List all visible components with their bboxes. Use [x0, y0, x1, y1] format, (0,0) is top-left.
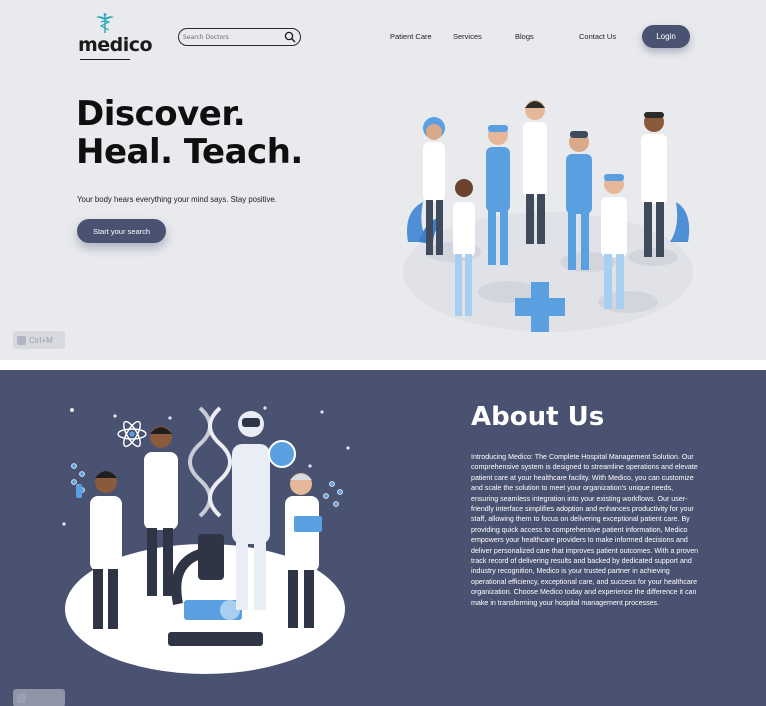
shortcut-overlay-2[interactable]: Ctrl+M	[13, 689, 65, 706]
about-section: About Us Introducing Medico: The Complet…	[0, 370, 766, 706]
nav-blogs[interactable]: Blogs	[515, 32, 534, 41]
hero-subtitle: Your body hears everything your mind say…	[77, 195, 277, 204]
hero-title-line-2: Heal. Teach.	[76, 132, 303, 172]
search-icon[interactable]	[284, 31, 296, 43]
section-divider	[0, 360, 766, 370]
shortcut-label: Ctrl+M	[29, 335, 53, 345]
shortcut-overlay[interactable]: Ctrl+M	[13, 331, 65, 349]
keyboard-icon	[17, 335, 26, 345]
nav-contact-us[interactable]: Contact Us	[579, 32, 616, 41]
logo[interactable]: medico	[78, 12, 153, 62]
nav-patient-care[interactable]: Patient Care	[390, 32, 432, 41]
research-team-illustration	[62, 406, 350, 674]
nav-services[interactable]: Services	[453, 32, 482, 41]
medical-team-illustration	[403, 100, 693, 332]
hero-section: medico Patient Care Services Blogs Conta…	[0, 0, 766, 360]
shortcut-label: Ctrl+M	[29, 693, 53, 703]
hero-title: Discover. Heal. Teach.	[76, 95, 303, 171]
keyboard-icon	[17, 693, 26, 703]
start-search-button[interactable]: Start your search	[77, 219, 166, 243]
logo-text: medico	[78, 34, 153, 56]
caduceus-icon	[96, 13, 114, 33]
about-title: About Us	[471, 402, 605, 432]
hero-title-line-1: Discover.	[76, 94, 246, 134]
logo-underline	[80, 59, 130, 60]
search-bar	[178, 28, 301, 46]
about-body: Introducing Medico: The Complete Hospita…	[471, 453, 699, 607]
search-input[interactable]	[183, 30, 283, 44]
login-button[interactable]: Login	[642, 25, 690, 48]
